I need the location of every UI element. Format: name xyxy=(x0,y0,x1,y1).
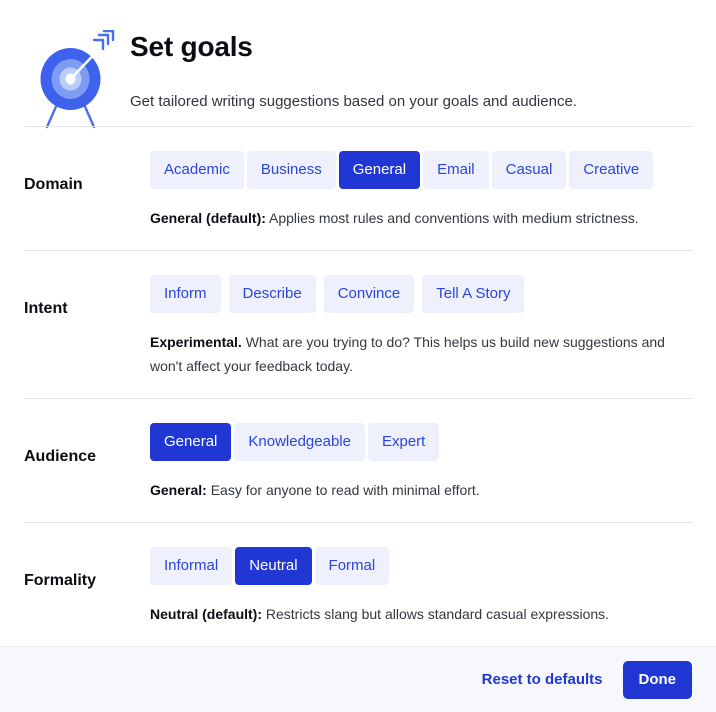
chip-intent-inform[interactable]: Inform xyxy=(150,275,221,313)
hint-domain: General (default): Applies most rules an… xyxy=(150,189,670,230)
section-body-audience: General Knowledgeable Expert General: Ea… xyxy=(150,421,692,502)
target-with-arrow-icon xyxy=(28,26,120,129)
done-button[interactable]: Done xyxy=(622,660,692,699)
panel-header: Set goals Get tailored writing suggestio… xyxy=(0,0,716,129)
section-label-domain: Domain xyxy=(24,176,83,193)
reset-to-defaults-button[interactable]: Reset to defaults xyxy=(480,665,605,694)
section-intent: Intent Inform Describe Convince Tell A S… xyxy=(24,251,692,398)
section-audience: Audience General Knowledgeable Expert Ge… xyxy=(24,399,692,522)
settings-sections: Domain Academic Business General Email C… xyxy=(0,126,716,646)
hint-intent: Experimental. What are you trying to do?… xyxy=(150,313,670,378)
chip-intent-convince[interactable]: Convince xyxy=(323,275,415,313)
chip-group-intent: Inform Describe Convince Tell A Story xyxy=(150,275,692,313)
chip-group-audience: General Knowledgeable Expert xyxy=(150,423,692,461)
chip-intent-tell-a-story[interactable]: Tell A Story xyxy=(422,275,525,313)
hint-intent-strong: Experimental. xyxy=(150,334,242,350)
chip-domain-academic[interactable]: Academic xyxy=(150,151,244,189)
chip-audience-knowledgeable[interactable]: Knowledgeable xyxy=(234,423,365,461)
chip-domain-email[interactable]: Email xyxy=(423,151,489,189)
chip-domain-casual[interactable]: Casual xyxy=(491,151,567,189)
chip-audience-expert[interactable]: Expert xyxy=(367,423,440,461)
chip-formality-formal[interactable]: Formal xyxy=(314,547,390,585)
section-domain: Domain Academic Business General Email C… xyxy=(24,127,692,250)
hint-audience: General: Easy for anyone to read with mi… xyxy=(150,461,670,502)
panel-footer: Reset to defaults Done xyxy=(0,646,716,712)
page-title: Set goals xyxy=(130,31,253,62)
section-body-domain: Academic Business General Email Casual C… xyxy=(150,149,692,230)
chip-group-formality: Informal Neutral Formal xyxy=(150,547,692,585)
header-text: Set goals Get tailored writing suggestio… xyxy=(120,26,577,112)
section-formality: Formality Informal Neutral Formal Neutra… xyxy=(24,523,692,646)
hint-audience-text: Easy for anyone to read with minimal eff… xyxy=(206,482,480,498)
hint-audience-strong: General: xyxy=(150,482,207,498)
section-body-intent: Inform Describe Convince Tell A Story Ex… xyxy=(150,273,692,378)
chip-formality-informal[interactable]: Informal xyxy=(150,547,233,585)
hint-formality: Neutral (default): Restricts slang but a… xyxy=(150,585,670,626)
hint-domain-strong: General (default): xyxy=(150,210,266,226)
section-label-formality: Formality xyxy=(24,572,97,589)
hint-formality-strong: Neutral (default): xyxy=(150,606,262,622)
chip-group-domain: Academic Business General Email Casual C… xyxy=(150,151,692,189)
hint-formality-text: Restricts slang but allows standard casu… xyxy=(262,606,610,622)
page-subtitle: Get tailored writing suggestions based o… xyxy=(130,93,577,110)
chip-domain-business[interactable]: Business xyxy=(246,151,336,189)
section-label-audience: Audience xyxy=(24,448,97,465)
section-body-formality: Informal Neutral Formal Neutral (default… xyxy=(150,545,692,626)
chip-audience-general[interactable]: General xyxy=(150,423,232,461)
chip-formality-neutral[interactable]: Neutral xyxy=(235,547,312,585)
chip-intent-describe[interactable]: Describe xyxy=(228,275,316,313)
hint-domain-text: Applies most rules and conventions with … xyxy=(265,210,639,226)
chip-domain-creative[interactable]: Creative xyxy=(569,151,654,189)
set-goals-panel: Set goals Get tailored writing suggestio… xyxy=(0,0,716,712)
chip-domain-general[interactable]: General xyxy=(338,151,421,189)
section-label-intent: Intent xyxy=(24,300,68,317)
